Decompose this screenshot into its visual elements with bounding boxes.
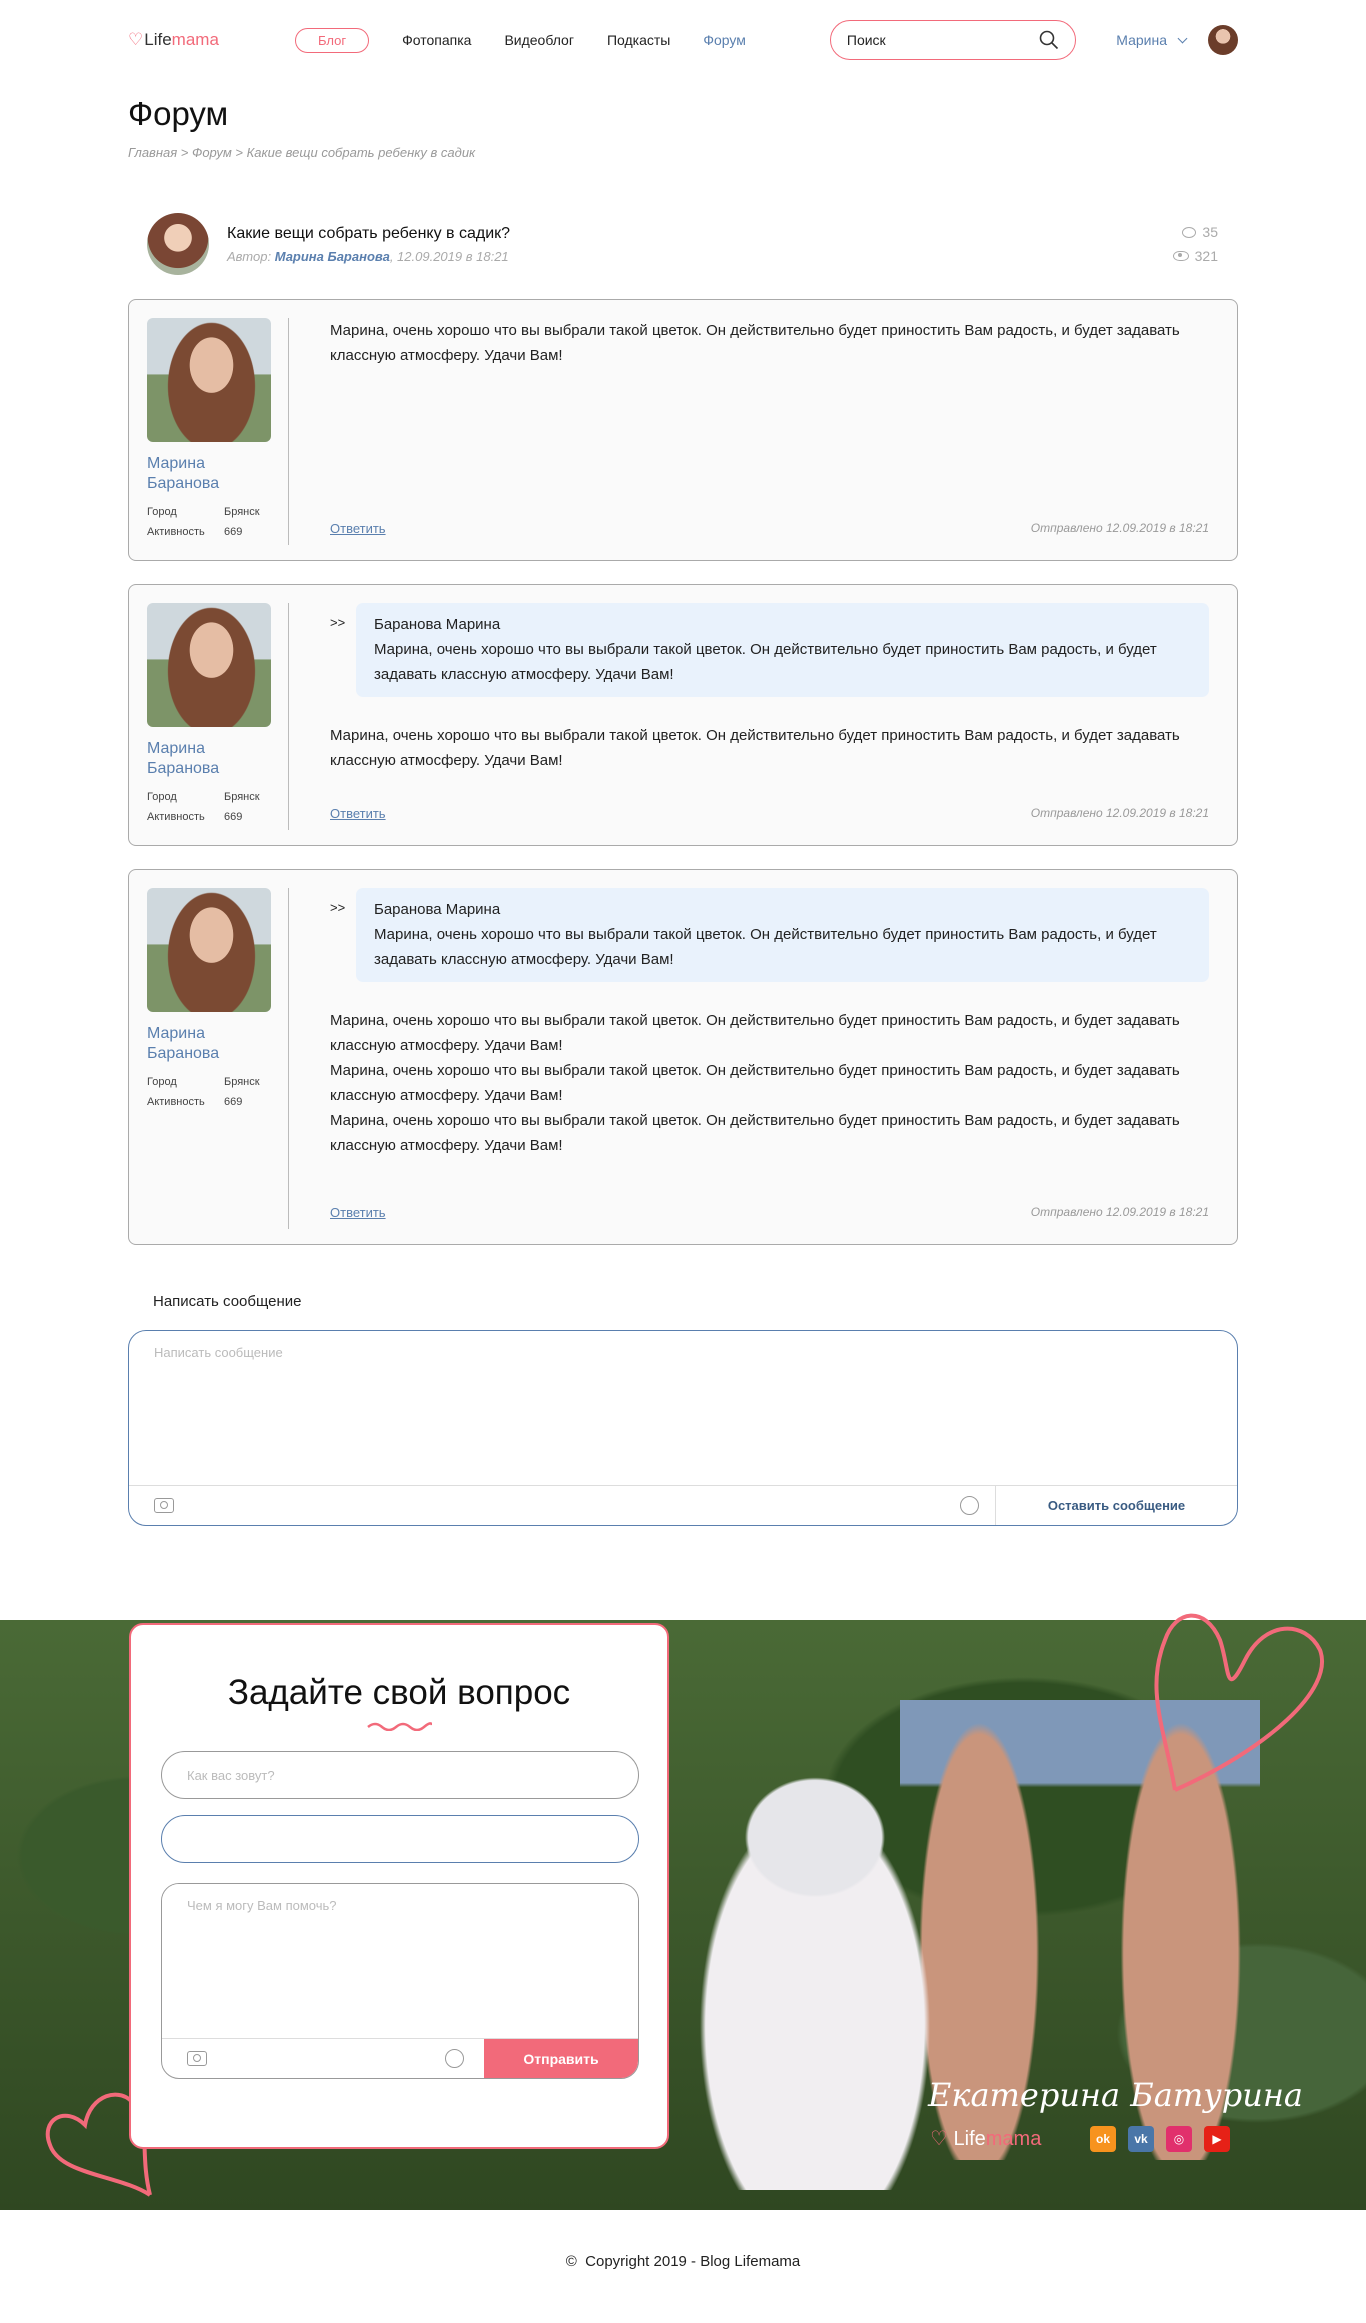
topic-meta: Автор: Марина Баранова, 12.09.2019 в 18:… — [227, 248, 509, 264]
question-textarea[interactable] — [162, 1884, 638, 2038]
post-author-photo — [147, 603, 271, 727]
form-title: Задайте свой вопрос — [227, 1673, 571, 1712]
main-nav: Блог Фотопапка Видеоблог Подкасты Форум — [295, 27, 779, 53]
forum-post: Марина Баранова Город Брянск Активность 66… — [128, 299, 1238, 561]
nav-podcasts[interactable]: Подкасты — [607, 32, 670, 48]
reply-link[interactable]: Ответить — [330, 521, 386, 536]
quote-text: Марина, очень хорошо что вы выбрали тако… — [374, 926, 1157, 968]
quote-author: Баранова Марина — [374, 901, 501, 918]
eye-icon — [1172, 251, 1189, 261]
message-composer: Оставить сообщение — [128, 1330, 1238, 1526]
post-author-link[interactable]: Марина Баранова — [147, 739, 242, 779]
topic-header: Какие вещи собрать ребенку в садик? Авто… — [128, 212, 1238, 276]
quote-mark: >> — [330, 615, 346, 630]
quote-mark: >> — [330, 900, 346, 915]
reply-link[interactable]: Ответить — [330, 1205, 386, 1220]
user-name: Марина — [1116, 32, 1167, 48]
post-text-line: Марина, очень хорошо что вы выбрали тако… — [330, 1112, 1180, 1154]
squiggle-icon — [367, 1722, 432, 1731]
reply-link[interactable]: Ответить — [330, 806, 386, 821]
breadcrumb[interactable]: Главная > Форум > Какие вещи собрать реб… — [128, 145, 1238, 160]
site-header: ♡ Life mama Блог Фотопапка Видеоблог Подк… — [128, 0, 1238, 80]
site-logo[interactable]: ♡ Life mama — [128, 30, 295, 50]
heart-doodle-icon — [1154, 1613, 1324, 1792]
sent-date: Отправлено 12.09.2019 в 18:21 — [1030, 521, 1209, 535]
social-links: ok vk ◎ ▶ — [1090, 2126, 1230, 2152]
post-text-line: Марина, очень хорошо что вы выбрали тако… — [330, 1012, 1180, 1054]
quote-text: Марина, очень хорошо что вы выбрали тако… — [374, 641, 1157, 683]
smile-icon[interactable] — [445, 2049, 464, 2068]
forum-post: Марина Баранова Город Брянск Активность 66… — [128, 869, 1238, 1245]
name-input[interactable] — [161, 1751, 639, 1799]
chevron-down-icon — [1177, 33, 1188, 43]
nav-photo[interactable]: Фотопапка — [402, 32, 471, 48]
smile-icon[interactable] — [960, 1496, 979, 1515]
vk-icon[interactable]: vk — [1128, 2126, 1154, 2152]
nav-blog[interactable]: Блог — [295, 27, 370, 53]
nav-videoblog[interactable]: Видеоблог — [504, 32, 574, 48]
author-signature: Екатерина Батурина — [928, 2076, 1303, 2114]
sent-date: Отправлено 12.09.2019 в 18:21 — [1030, 806, 1209, 820]
view-count: 321 — [1194, 248, 1218, 264]
heart-icon: ♡ — [128, 30, 144, 49]
search-icon[interactable] — [1039, 30, 1059, 50]
question-textarea-box: Отправить — [161, 1883, 639, 2079]
message-textarea[interactable] — [129, 1331, 1237, 1485]
quote-block: >> Баранова Марина Марина, очень хорошо … — [330, 888, 1209, 982]
topic-author-link[interactable]: Марина Баранова — [275, 249, 390, 264]
nav-forum[interactable]: Форум — [703, 32, 746, 48]
post-author-link[interactable]: Марина Баранова — [147, 454, 242, 494]
copyright: © Copyright 2019 - Blog Lifemama — [565, 2253, 801, 2270]
comment-count: 35 — [1202, 224, 1218, 240]
camera-icon[interactable] — [154, 1498, 174, 1513]
post-author-link[interactable]: Марина Баранова — [147, 1024, 242, 1064]
post-text-line: Марина, очень хорошо что вы выбрали тако… — [330, 1062, 1180, 1104]
topic-author-avatar — [147, 213, 209, 275]
write-message-label: Написать сообщение — [153, 1293, 302, 1310]
post-author-photo — [147, 318, 271, 442]
avatar[interactable] — [1208, 25, 1238, 55]
quote-author: Баранова Марина — [374, 616, 501, 633]
odnoklassniki-icon[interactable]: ok — [1090, 2126, 1116, 2152]
post-text: Марина, очень хорошо что вы выбрали тако… — [330, 727, 1180, 769]
topic-stats: 35 321 — [1172, 220, 1238, 268]
sent-date: Отправлено 12.09.2019 в 18:21 — [1030, 1205, 1209, 1219]
comment-icon — [1182, 226, 1197, 238]
photo-child — [700, 1760, 930, 2190]
search-input[interactable] — [846, 32, 1039, 48]
user-menu[interactable]: Марина — [1116, 25, 1238, 55]
camera-icon[interactable] — [187, 2051, 207, 2066]
search-box — [829, 20, 1076, 60]
page-title: Форум — [128, 95, 229, 132]
send-message-button[interactable]: Оставить сообщение — [995, 1486, 1237, 1525]
youtube-icon[interactable]: ▶ — [1204, 2126, 1230, 2152]
ask-question-form: Задайте свой вопрос Отправить — [129, 1623, 669, 2149]
heart-icon: ♡ — [930, 2128, 948, 2150]
post-author-photo — [147, 888, 271, 1012]
forum-post: Марина Баранова Город Брянск Активность 66… — [128, 584, 1238, 846]
instagram-icon[interactable]: ◎ — [1166, 2126, 1192, 2152]
post-text: Марина, очень хорошо что вы выбрали тако… — [330, 322, 1180, 364]
quote-block: >> Баранова Марина Марина, очень хорошо … — [330, 603, 1209, 697]
topic-title: Какие вещи собрать ребенку в садик? — [227, 224, 511, 242]
copyright-icon: © — [565, 2253, 577, 2270]
send-question-button[interactable]: Отправить — [484, 2039, 638, 2078]
footer-logo[interactable]: ♡ Lifemama — [930, 2126, 1041, 2151]
contact-input[interactable] — [161, 1815, 639, 1863]
